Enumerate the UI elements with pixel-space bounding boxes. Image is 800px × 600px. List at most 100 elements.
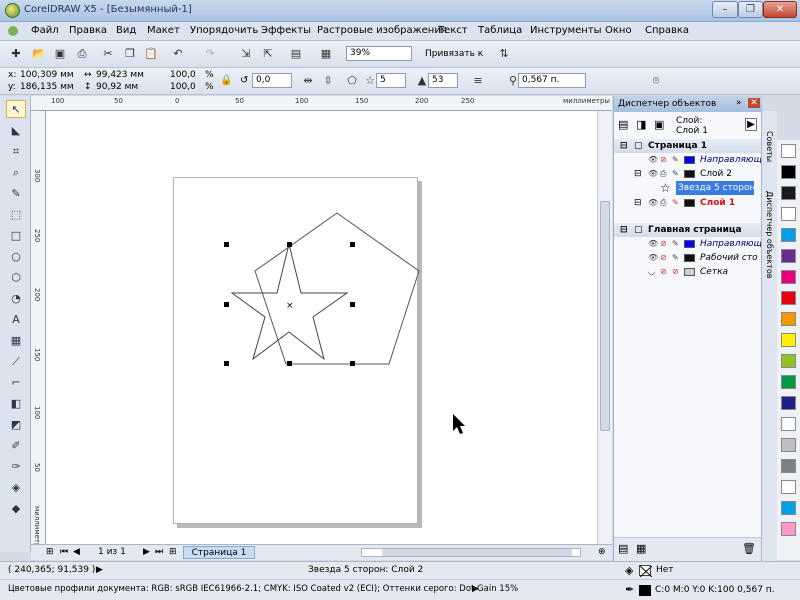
menu-arrange[interactable]: Упорядочить: [190, 25, 258, 36]
minimize-button[interactable]: –: [712, 1, 738, 18]
height-field[interactable]: 90,92 мм: [96, 82, 138, 92]
docker-expand-icon[interactable]: »: [736, 98, 742, 108]
visibility-icon[interactable]: 👁: [648, 237, 658, 251]
paste-icon[interactable]: 📋: [143, 46, 159, 62]
menu-table[interactable]: Таблица: [478, 25, 522, 36]
application-launcher-icon[interactable]: ▤: [288, 46, 304, 62]
menu-window[interactable]: Окно: [605, 25, 632, 36]
lock-ratio-icon[interactable]: 🔒: [220, 75, 232, 86]
visibility-icon[interactable]: 👁: [648, 196, 658, 210]
palette-color-swatch[interactable]: [781, 207, 796, 221]
menu-layout[interactable]: Макет: [147, 25, 180, 36]
palette-color-swatch[interactable]: [781, 228, 796, 242]
palette-color-swatch[interactable]: [781, 249, 796, 263]
print-icon[interactable]: ⎙: [74, 46, 90, 62]
mirror-vertical-icon[interactable]: ⇳: [320, 73, 336, 89]
visibility-icon[interactable]: 👁: [648, 251, 658, 265]
copy-icon[interactable]: ❐: [122, 46, 138, 62]
menu-help[interactable]: Справка: [645, 25, 689, 36]
star-points-field[interactable]: 5: [376, 73, 406, 88]
vertical-ruler[interactable]: 300 250 200 150 100 50 миллиметры: [31, 111, 46, 544]
print-disabled-icon[interactable]: ⊘: [660, 251, 667, 265]
palette-color-swatch[interactable]: [781, 354, 796, 368]
add-page-after-icon[interactable]: ⊞: [169, 546, 177, 559]
interactive-fill-tool-icon[interactable]: ◆: [6, 500, 26, 518]
tree-object-star[interactable]: ☆ Звезда 5 сторон: С: [614, 181, 762, 196]
rotation-angle-field[interactable]: 0,0: [252, 73, 292, 88]
status-arrow-icon[interactable]: ▶: [96, 565, 103, 575]
print-disabled-icon[interactable]: ⊘: [660, 237, 667, 251]
polygon-icon[interactable]: ⬠: [344, 73, 360, 89]
zoom-level-select[interactable]: 39%: [346, 46, 412, 61]
polygon-tool-icon[interactable]: ⬡: [6, 269, 26, 287]
pick-tool-icon[interactable]: ↖: [6, 100, 26, 118]
blend-tool-icon[interactable]: ◧: [6, 395, 26, 413]
palette-color-swatch[interactable]: [781, 396, 796, 410]
tab-hints[interactable]: Советы: [765, 131, 774, 162]
crop-tool-icon[interactable]: ⌗: [6, 143, 26, 161]
palette-color-swatch[interactable]: [781, 375, 796, 389]
dimension-tool-icon[interactable]: ⟋: [6, 353, 26, 371]
layer-manager-view-icon[interactable]: ▣: [654, 118, 664, 131]
options-icon[interactable]: ⇅: [496, 46, 512, 62]
visibility-off-icon[interactable]: ◡: [648, 265, 655, 279]
menu-view[interactable]: Вид: [116, 25, 136, 36]
smart-fill-tool-icon[interactable]: ⬚: [6, 206, 26, 224]
document-icon[interactable]: [8, 26, 18, 36]
last-page-icon[interactable]: ⏭: [155, 546, 163, 559]
close-button[interactable]: ✕: [763, 1, 797, 18]
palette-color-swatch[interactable]: [781, 312, 796, 326]
first-page-icon[interactable]: ⏮: [60, 546, 68, 559]
connector-tool-icon[interactable]: ⌐: [6, 374, 26, 392]
edit-icon[interactable]: ✎: [672, 196, 679, 210]
palette-color-swatch[interactable]: [781, 144, 796, 158]
palette-color-swatch[interactable]: [781, 438, 796, 452]
welcome-screen-icon[interactable]: ▦: [318, 46, 334, 62]
tree-master-guides[interactable]: 👁 ⊘ ✎ Направляющ: [614, 237, 762, 251]
tree-page-1[interactable]: ⊟ ▢ Страница 1: [614, 139, 762, 153]
visibility-icon[interactable]: 👁: [648, 167, 658, 181]
no-fill-swatch[interactable]: [639, 565, 652, 577]
print-icon[interactable]: ⎙: [660, 196, 666, 210]
width-field[interactable]: 99,423 мм: [96, 70, 144, 80]
edit-icon[interactable]: ✎: [672, 167, 679, 181]
drawing-objects[interactable]: ×: [46, 111, 597, 544]
print-icon[interactable]: ⎙: [660, 167, 666, 181]
menu-tools[interactable]: Инструменты: [530, 25, 602, 36]
ellipse-tool-icon[interactable]: ○: [6, 248, 26, 266]
open-icon[interactable]: 📂: [31, 46, 47, 62]
tab-page-1[interactable]: Страница 1: [183, 546, 255, 559]
delete-layer-icon[interactable]: 🗑: [742, 542, 756, 555]
shape-tool-icon[interactable]: ◣: [6, 122, 26, 140]
scale-x-field[interactable]: 100,0: [170, 70, 196, 80]
palette-color-swatch[interactable]: [781, 270, 796, 284]
menu-edit[interactable]: Правка: [69, 25, 107, 36]
profile-arrow-icon[interactable]: ▶: [472, 584, 479, 594]
outline-tool-icon[interactable]: ✑: [6, 458, 26, 476]
drawing-canvas[interactable]: ×: [46, 111, 597, 544]
edit-disabled-icon[interactable]: ⊘: [672, 265, 679, 279]
edit-across-layers-icon[interactable]: ◨: [636, 118, 646, 131]
zoom-navigator-icon[interactable]: ⊕: [598, 546, 606, 559]
eyedropper-tool-icon[interactable]: ✐: [6, 437, 26, 455]
palette-color-swatch[interactable]: [781, 459, 796, 473]
menu-file[interactable]: Файл: [31, 25, 59, 36]
mirror-horizontal-icon[interactable]: ⇹: [300, 73, 316, 89]
cut-icon[interactable]: ✂: [100, 46, 116, 62]
menu-bitmaps[interactable]: Растровые изображения: [317, 25, 447, 36]
new-layer-icon[interactable]: ▤: [618, 542, 628, 555]
palette-color-swatch[interactable]: [781, 480, 796, 494]
redo-icon[interactable]: ↷: [202, 46, 218, 62]
show-properties-icon[interactable]: ▤: [618, 118, 628, 131]
tree-master-page[interactable]: ⊟ ▢ Главная страница: [614, 223, 762, 237]
export-icon[interactable]: ⇱: [260, 46, 276, 62]
palette-color-swatch[interactable]: [781, 291, 796, 305]
print-disabled-icon[interactable]: ⊘: [660, 265, 667, 279]
next-page-icon[interactable]: ▶: [143, 546, 150, 559]
position-x-field[interactable]: 100,309 мм: [20, 70, 74, 80]
palette-color-swatch[interactable]: [781, 165, 796, 179]
menu-text[interactable]: Текст: [438, 25, 468, 36]
prev-page-icon[interactable]: ◀: [73, 546, 80, 559]
table-tool-icon[interactable]: ▦: [6, 332, 26, 350]
horizontal-scrollbar[interactable]: [361, 548, 581, 557]
